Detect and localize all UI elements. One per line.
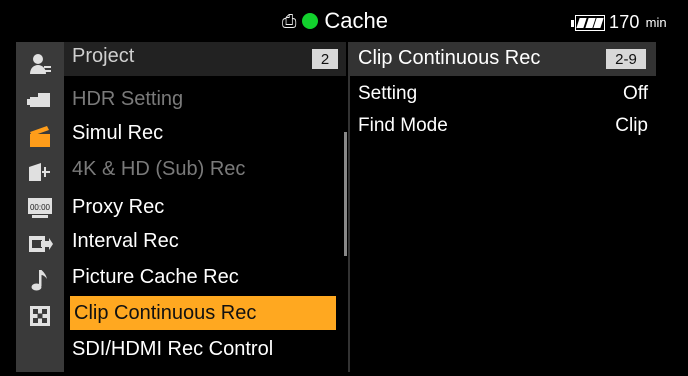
menu-header-title: Project [72, 45, 135, 67]
top-status-bar: ⎙ Cache 170 min [0, 0, 688, 42]
media-status: ⎙ Cache [282, 8, 388, 34]
music-note-icon[interactable] [16, 262, 64, 298]
detail-title: Clip Continuous Rec [358, 47, 541, 69]
menu-scrollbar[interactable] [344, 132, 347, 256]
timecode-icon[interactable]: 00:00 [16, 190, 64, 226]
battery-status: 170 min [571, 12, 667, 33]
menu-item-clip-continuous-rec[interactable]: Clip Continuous Rec [70, 296, 336, 330]
camera-icon[interactable] [16, 82, 64, 118]
svg-text:00:00: 00:00 [30, 203, 51, 212]
menu-page-badge: 2 [312, 49, 338, 69]
tv-icon[interactable] [16, 154, 64, 190]
media-status-text: Cache [324, 8, 388, 33]
find-mode-label: Find Mode [358, 115, 448, 136]
menu-item-interval-rec[interactable]: Interval Rec [72, 224, 338, 258]
menu-item-simul-rec[interactable]: Simul Rec [72, 116, 338, 150]
menu-item-picture-cache-rec[interactable]: Picture Cache Rec [72, 260, 338, 294]
menu-list: Project 2 HDR Setting Simul Rec 4K & HD … [64, 42, 350, 372]
setting-label: Setting [358, 83, 418, 104]
media-slot-icon: ⎙ [282, 11, 297, 31]
menu-item-proxy-rec[interactable]: Proxy Rec [72, 190, 338, 224]
output-icon[interactable] [16, 226, 64, 262]
menu-item-sdi-hdmi-rec-control[interactable]: SDI/HDMI Rec Control [72, 332, 338, 366]
menu-header: Project 2 [64, 42, 346, 76]
setting-value: Off [623, 83, 648, 104]
detail-panel: Clip Continuous Rec 2-9 Setting Off Find… [350, 42, 656, 372]
battery-icon [571, 14, 605, 31]
menu-item-4k-hd-sub-rec[interactable]: 4K & HD (Sub) Rec [72, 152, 338, 186]
battery-unit: min [645, 15, 667, 30]
detail-header: Clip Continuous Rec 2-9 [350, 42, 656, 76]
find-mode-value: Clip [615, 115, 648, 136]
menu-item-hdr-setting[interactable]: HDR Setting [72, 82, 338, 116]
clapper-icon[interactable] [16, 118, 64, 154]
recording-indicator-dot [302, 13, 319, 29]
grid-icon[interactable] [16, 298, 64, 334]
camera-user-icon[interactable] [16, 46, 64, 82]
setting-row[interactable]: Setting Off [358, 80, 648, 108]
category-icon-column: 00:00 [16, 42, 64, 372]
battery-remaining: 170 [609, 12, 640, 32]
detail-page-badge: 2-9 [606, 49, 646, 69]
menu-frame: 00:00 Project 2 HDR Setting Simul Rec 4K… [16, 42, 656, 372]
find-mode-row[interactable]: Find Mode Clip [358, 112, 648, 140]
